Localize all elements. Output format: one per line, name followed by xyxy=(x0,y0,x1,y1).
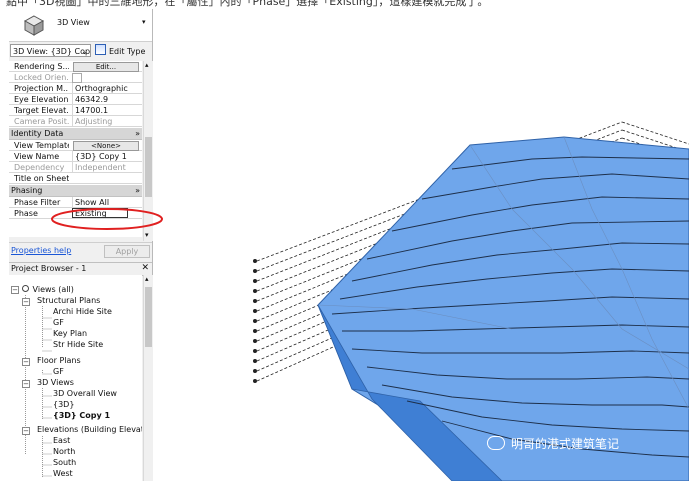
edit-type-button[interactable]: Edit Type xyxy=(95,44,145,58)
tree-floor-plans[interactable]: Floor Plans xyxy=(37,355,81,366)
project-browser-header: Project Browser - 1 ✕ xyxy=(9,262,152,276)
type-name: 3D View xyxy=(57,18,90,27)
close-icon[interactable]: ✕ xyxy=(141,263,149,273)
tree-item-active[interactable]: {3D} Copy 1 xyxy=(53,410,110,421)
scrollbar-thumb[interactable] xyxy=(145,287,152,347)
scroll-up-icon[interactable]: ▴ xyxy=(145,275,149,283)
prop-name: Title on Sheet xyxy=(14,174,69,183)
tree-item[interactable]: North xyxy=(53,446,75,457)
tree-root[interactable]: Views (all) xyxy=(21,284,74,295)
prop-name: Dependency xyxy=(14,163,65,172)
prop-row-view-template: View Template <None> xyxy=(9,140,142,151)
collapse-icon[interactable]: » xyxy=(135,128,140,140)
scrollbar-thumb[interactable] xyxy=(145,137,152,197)
properties-help-link[interactable]: Properties help xyxy=(11,246,71,255)
collapse-icon[interactable]: » xyxy=(135,185,140,197)
caption-text: 點中「3D視圖」中的三維地形，在「屬性」內的「Phase」選擇「Existing… xyxy=(6,0,489,8)
locked-orientation-checkbox[interactable] xyxy=(72,73,82,83)
prop-row-camera-position: Camera Posit... Adjusting xyxy=(9,116,142,127)
prop-value: Adjusting xyxy=(72,116,142,127)
tree-item[interactable]: 3D Overall View xyxy=(53,388,117,399)
tree-item[interactable]: Key Plan xyxy=(53,328,87,339)
group-identity-data[interactable]: Identity Data » xyxy=(9,128,142,140)
wechat-icon xyxy=(487,436,505,450)
tree-toggle-elevations[interactable]: − xyxy=(22,427,30,435)
chevron-down-icon: ⌄ xyxy=(81,47,88,56)
prop-name: Rendering S... xyxy=(14,62,69,71)
group-label: Phasing xyxy=(11,186,43,195)
tree-item[interactable]: GF xyxy=(53,317,64,328)
instance-filter-value: 3D View: {3D} Cop xyxy=(13,47,91,56)
phase-dropdown[interactable]: Existing xyxy=(72,208,128,218)
prop-row-view-name: View Name {3D} Copy 1 xyxy=(9,151,142,162)
project-browser-tree: − Views (all) − Structural Plans Archi H… xyxy=(9,275,142,481)
tree-item[interactable]: Str Hide Site xyxy=(53,339,103,350)
tree-item[interactable]: Archi Hide Site xyxy=(53,306,112,317)
prop-value[interactable]: Show All xyxy=(72,197,142,208)
instance-filter-dropdown[interactable]: 3D View: {3D} Cop ⌄ xyxy=(10,44,91,57)
properties-grid: Rendering S... Edit... Locked Orien... P… xyxy=(9,61,142,237)
tree-toggle-floor-plans[interactable]: − xyxy=(22,358,30,366)
prop-name: View Name xyxy=(14,152,60,161)
topo-markers xyxy=(253,259,257,383)
edit-type-icon xyxy=(95,44,106,55)
tree-item[interactable]: South xyxy=(53,457,76,468)
prop-row-phase-filter: Phase Filter Show All xyxy=(9,197,142,208)
tree-item[interactable]: GF xyxy=(53,366,64,377)
project-browser-title: Project Browser - 1 xyxy=(11,264,87,273)
prop-name: Eye Elevation xyxy=(14,95,69,104)
prop-value[interactable]: {3D} Copy 1 xyxy=(72,151,142,162)
prop-row-locked-orientation: Locked Orien... xyxy=(9,72,142,83)
3d-view-canvas[interactable] xyxy=(152,9,689,481)
views-icon xyxy=(22,285,29,292)
prop-value[interactable]: 14700.1 xyxy=(72,105,142,116)
properties-footer: Properties help Apply xyxy=(9,242,152,260)
prop-row-dependency: Dependency Independent xyxy=(9,162,142,173)
tree-elevations[interactable]: Elevations (Building Elevati xyxy=(37,424,142,435)
prop-name: Phase Filter xyxy=(14,198,61,207)
prop-name: Phase xyxy=(14,209,38,218)
tree-3d-views[interactable]: 3D Views xyxy=(37,377,74,388)
prop-value[interactable]: 46342.9 xyxy=(72,94,142,105)
tree-toggle-structural-plans[interactable]: − xyxy=(22,298,30,306)
properties-panel: 3D View ▾ 3D View: {3D} Cop ⌄ Edit Type R… xyxy=(9,9,153,481)
prop-row-title-on-sheet: Title on Sheet xyxy=(9,173,142,184)
type-selector[interactable]: 3D View ▾ xyxy=(9,9,152,42)
prop-name: Projection M... xyxy=(14,84,69,93)
group-phasing[interactable]: Phasing » xyxy=(9,185,142,197)
rendering-edit-button[interactable]: Edit... xyxy=(73,62,139,72)
scroll-down-icon[interactable]: ▾ xyxy=(145,231,149,239)
instance-filter-row: 3D View: {3D} Cop ⌄ Edit Type xyxy=(9,43,152,59)
edit-type-label: Edit Type xyxy=(109,47,146,56)
view-template-button[interactable]: <None> xyxy=(73,141,139,151)
prop-row-target-elevation: Target Elevat... 14700.1 xyxy=(9,105,142,116)
chevron-down-icon[interactable]: ▾ xyxy=(142,18,146,26)
prop-value: Independent xyxy=(72,162,142,173)
tree-toggle-3d-views[interactable]: − xyxy=(22,380,30,388)
3d-view-cube-icon xyxy=(23,15,45,36)
tree-item[interactable]: West xyxy=(53,468,73,479)
prop-name: Target Elevat... xyxy=(14,106,69,115)
watermark-text: 明哥的港式建筑笔记 xyxy=(511,437,620,451)
group-label: Identity Data xyxy=(11,129,64,138)
scroll-up-icon[interactable]: ▴ xyxy=(145,61,149,69)
prop-name: Locked Orien... xyxy=(14,73,69,82)
prop-row-phase: Phase Existing xyxy=(9,208,142,219)
apply-button[interactable]: Apply xyxy=(104,245,150,258)
prop-row-eye-elevation: Eye Elevation 46342.9 xyxy=(9,94,142,105)
prop-name: View Template xyxy=(14,141,69,150)
tree-item[interactable]: East xyxy=(53,435,70,446)
tree-root-label: Views (all) xyxy=(32,285,74,294)
tree-structural-plans[interactable]: Structural Plans xyxy=(37,295,100,306)
prop-row-projection: Projection M... Orthographic xyxy=(9,83,142,94)
tree-item[interactable]: {3D} xyxy=(53,399,74,410)
prop-row-rendering: Rendering S... Edit... xyxy=(9,61,142,72)
watermark: 明哥的港式建筑笔记 xyxy=(487,435,619,452)
prop-value[interactable]: Orthographic xyxy=(72,83,142,94)
article-caption: 點中「3D視圖」中的三維地形，在「屬性」內的「Phase」選擇「Existing… xyxy=(0,0,689,9)
prop-name: Camera Posit... xyxy=(14,117,69,126)
tree-toggle-views[interactable]: − xyxy=(11,286,19,294)
